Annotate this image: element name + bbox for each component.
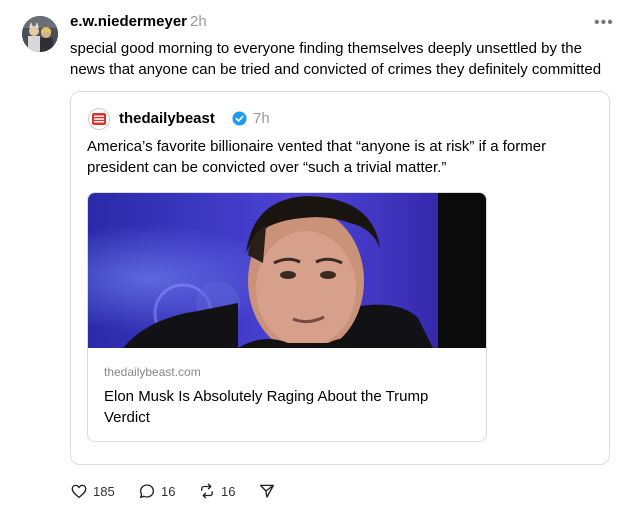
post-username[interactable]: e.w.niedermeyer <box>70 13 187 30</box>
reply-count: 16 <box>161 483 176 499</box>
quoted-timestamp: 7h <box>253 110 270 127</box>
daily-beast-logo-icon <box>92 113 106 125</box>
send-icon <box>259 484 275 498</box>
post-actions: 185 16 16 <box>70 481 370 501</box>
post-timestamp: 2h <box>190 13 207 30</box>
comment-icon <box>139 484 155 499</box>
quoted-avatar[interactable] <box>88 108 110 130</box>
repost-button[interactable]: 16 <box>198 481 235 501</box>
quoted-username[interactable]: thedailybeast <box>119 110 215 127</box>
link-preview-card[interactable]: thedailybeast.com Elon Musk Is Absolutel… <box>87 192 487 442</box>
more-options-button[interactable]: ••• <box>594 14 614 32</box>
heart-icon <box>71 484 87 499</box>
repost-count: 16 <box>221 483 236 499</box>
like-button[interactable]: 185 <box>70 481 115 501</box>
like-count: 185 <box>93 483 115 499</box>
quoted-body: America’s favorite billionaire vented th… <box>87 138 547 176</box>
post-body: special good morning to everyone finding… <box>70 40 602 78</box>
link-title[interactable]: Elon Musk Is Absolutely Raging About the… <box>104 386 464 428</box>
repost-icon <box>201 483 213 499</box>
avatar[interactable] <box>22 16 58 52</box>
link-domain: thedailybeast.com <box>104 365 201 379</box>
quoted-post[interactable]: thedailybeast 7h America’s favorite bill… <box>70 91 610 465</box>
reply-button[interactable]: 16 <box>138 481 175 501</box>
share-button[interactable] <box>258 481 281 501</box>
more-horizontal-icon: ••• <box>594 14 614 31</box>
link-preview-image <box>88 193 486 348</box>
verified-badge-icon <box>232 111 247 126</box>
